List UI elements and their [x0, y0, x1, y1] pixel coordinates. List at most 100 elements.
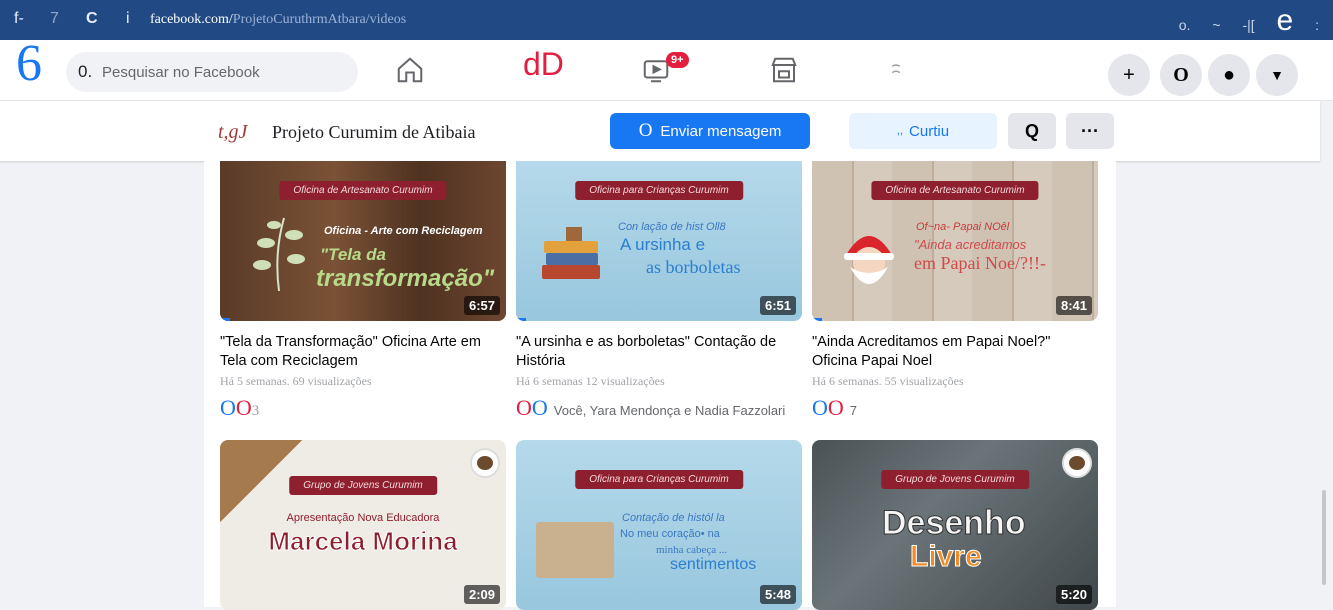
browser-menu-icon[interactable]: : — [1315, 17, 1319, 33]
scrollbar[interactable] — [1322, 490, 1326, 585]
site-info-icon[interactable]: i — [126, 10, 130, 28]
love-reaction-icon: O — [516, 395, 532, 420]
nav-friends[interactable]: dD — [523, 46, 564, 83]
browser-logo-icon[interactable]: e — [1277, 4, 1294, 37]
address-bar[interactable]: facebook.com/ProjetoCuruthrmAtbara/video… — [150, 12, 406, 28]
facebook-top-bar: 6 0. Pesquisar no Facebook dD 9+ + O ● ▼ — [0, 35, 1333, 101]
thumbnail-heading-2: as borboletas — [646, 257, 741, 277]
page-title[interactable]: Projeto Curumim de Atibaia — [272, 122, 475, 143]
watch-progress — [220, 318, 230, 321]
thumbnail-heading: "Ainda acreditamos — [914, 237, 1027, 252]
back-button[interactable]: f- — [14, 10, 24, 28]
liked-label: Curtiu — [909, 122, 950, 140]
video-thumbnail[interactable]: Grupo de Jovens Curumim Desenho Livre 5:… — [812, 440, 1098, 610]
video-card[interactable]: Oficina de Artesanato Curumim Oficina - … — [220, 161, 506, 421]
reaction-names: Você, Yara Mendonça e Nadia Fazzolari — [553, 403, 786, 418]
more-options-button[interactable]: ··· — [1066, 113, 1114, 149]
search-icon: 0. — [78, 62, 93, 81]
video-reactions[interactable]: OO Você, Yara Mendonça e Nadia Fazzolari — [516, 395, 802, 421]
video-card[interactable]: Oficina para Crianças Curumim Con lação … — [516, 161, 802, 421]
notifications-button[interactable]: ● — [1208, 54, 1250, 96]
video-title[interactable]: "Ainda Acreditamos em Papai Noel?" Ofici… — [812, 333, 1098, 371]
thumbnail-line-3: minha cabeça ... — [656, 544, 728, 556]
heart-box-icon — [536, 522, 614, 578]
account-menu-button[interactable]: ▼ — [1256, 54, 1298, 96]
send-message-label: Enviar mensagem — [660, 122, 782, 140]
video-meta: Há 6 semanas. 55 visualizações — [812, 374, 964, 388]
video-tag: Oficina de Artesanato Curumim — [279, 181, 447, 200]
video-card[interactable]: Grupo de Jovens Curumim Apresentação Nov… — [220, 440, 506, 610]
video-duration: 6:51 — [759, 296, 796, 315]
video-thumbnail[interactable]: Oficina de Artesanato Curumim Oficina - … — [220, 161, 506, 321]
forward-button[interactable]: 7 — [50, 10, 59, 28]
page-avatar[interactable]: t,gJ — [218, 121, 247, 144]
page-search-button[interactable]: Q — [1008, 113, 1056, 149]
search-input[interactable]: Pesquisar no Facebook — [102, 64, 260, 81]
video-card[interactable]: Oficina de Artesanato Curumim Of~na- Pap… — [812, 161, 1098, 421]
tabs-icon[interactable]: -|[ — [1242, 17, 1254, 33]
thumbnail-heading: "Tela da — [320, 245, 387, 264]
extension-icon[interactable]: o. — [1179, 17, 1191, 33]
search-box[interactable]: 0. Pesquisar no Facebook — [66, 52, 358, 92]
video-duration: 6:57 — [463, 296, 500, 315]
thumbnail-caption: Oficina - Arte com Reciclagem — [324, 225, 483, 237]
thumbnail-heading: Marcela Morina — [268, 526, 458, 557]
facebook-logo[interactable]: 6 — [16, 34, 42, 94]
browser-actions: o. ~ -|[ e : — [1161, 4, 1319, 38]
video-tag: Oficina para Crianças Curumim — [575, 181, 743, 200]
like-icon: ,, — [896, 125, 904, 137]
browser-toolbar: f- 7 C i facebook.com/ProjetoCuruthrmAtb… — [0, 0, 1333, 40]
video-title[interactable]: "A ursinha e as borboletas" Contação de … — [516, 333, 802, 371]
video-thumbnail[interactable]: Oficina para Crianças Curumim Contação d… — [516, 440, 802, 610]
url-path: ProjetoCuruthrmAtbara/videos — [232, 12, 407, 27]
video-tag: Grupo de Jovens Curumim — [881, 470, 1029, 489]
video-tag: Grupo de Jovens Curumim — [289, 476, 437, 495]
thumbnail-caption: Of~na- Papai NOêl — [916, 221, 1010, 233]
video-thumbnail[interactable]: Oficina para Crianças Curumim Con lação … — [516, 161, 802, 321]
thumbnail-heading: Desenho — [882, 504, 1027, 543]
create-button[interactable]: + — [1108, 54, 1150, 96]
love-reaction-icon: O — [235, 395, 252, 420]
books-icon — [542, 227, 600, 279]
thumbnail-line-2: No meu coração• na — [620, 528, 720, 540]
reload-button[interactable]: C — [86, 10, 98, 28]
video-reactions[interactable]: OO 3 — [220, 395, 506, 421]
cast-icon[interactable]: ~ — [1212, 17, 1220, 33]
reaction-count: 7 — [849, 403, 858, 418]
video-card[interactable]: Oficina para Crianças Curumim Contação d… — [516, 440, 802, 610]
thumbnail-heading: A ursinha e — [620, 235, 706, 254]
video-duration: 5:20 — [1055, 585, 1092, 604]
thumbnail-caption: Con lação de hist Oll8 — [618, 221, 726, 233]
url-domain: facebook.com/ — [150, 12, 233, 27]
video-duration: 2:09 — [463, 585, 500, 604]
groups-icon[interactable] — [876, 52, 916, 88]
video-thumbnail[interactable]: Oficina de Artesanato Curumim Of~na- Pap… — [812, 161, 1098, 321]
thumbnail-heading: sentimentos — [670, 556, 757, 573]
video-card[interactable]: Grupo de Jovens Curumim Desenho Livre 5:… — [812, 440, 1098, 610]
page-header: t,gJ Projeto Curumim de Atibaia O Enviar… — [0, 101, 1320, 161]
thumbnail-heading-2: Livre — [910, 540, 983, 574]
send-message-button[interactable]: O Enviar mensagem — [610, 113, 810, 149]
watch-progress — [812, 318, 822, 321]
video-thumbnail[interactable]: Grupo de Jovens Curumim Apresentação Nov… — [220, 440, 506, 610]
thumbnail-caption: Contação de histól la — [622, 512, 725, 524]
watch-notification-badge: 9+ — [666, 52, 689, 68]
like-reaction-icon: O — [220, 395, 236, 420]
love-reaction-icon: O — [827, 395, 844, 420]
video-meta: Há 6 semanas 12 visualizações — [516, 374, 665, 388]
watch-progress — [516, 318, 526, 321]
video-title[interactable]: "Tela da Transformação" Oficina Arte em … — [220, 333, 506, 371]
thumbnail-heading-2: transformação" — [316, 265, 495, 292]
video-duration: 8:41 — [1055, 296, 1092, 315]
channel-avatar[interactable] — [470, 448, 500, 478]
video-reactions[interactable]: OO 7 — [812, 395, 1098, 421]
channel-avatar[interactable] — [1062, 448, 1092, 478]
home-icon[interactable] — [390, 52, 430, 88]
video-duration: 5:48 — [759, 585, 796, 604]
thumbnail-caption: Apresentação Nova Educadora — [286, 512, 440, 524]
marketplace-icon[interactable] — [764, 52, 804, 88]
reaction-count: 3 — [251, 403, 260, 419]
santa-icon — [844, 236, 894, 284]
messenger-button[interactable]: O — [1160, 54, 1202, 96]
liked-button[interactable]: ,, Curtiu — [849, 113, 997, 149]
